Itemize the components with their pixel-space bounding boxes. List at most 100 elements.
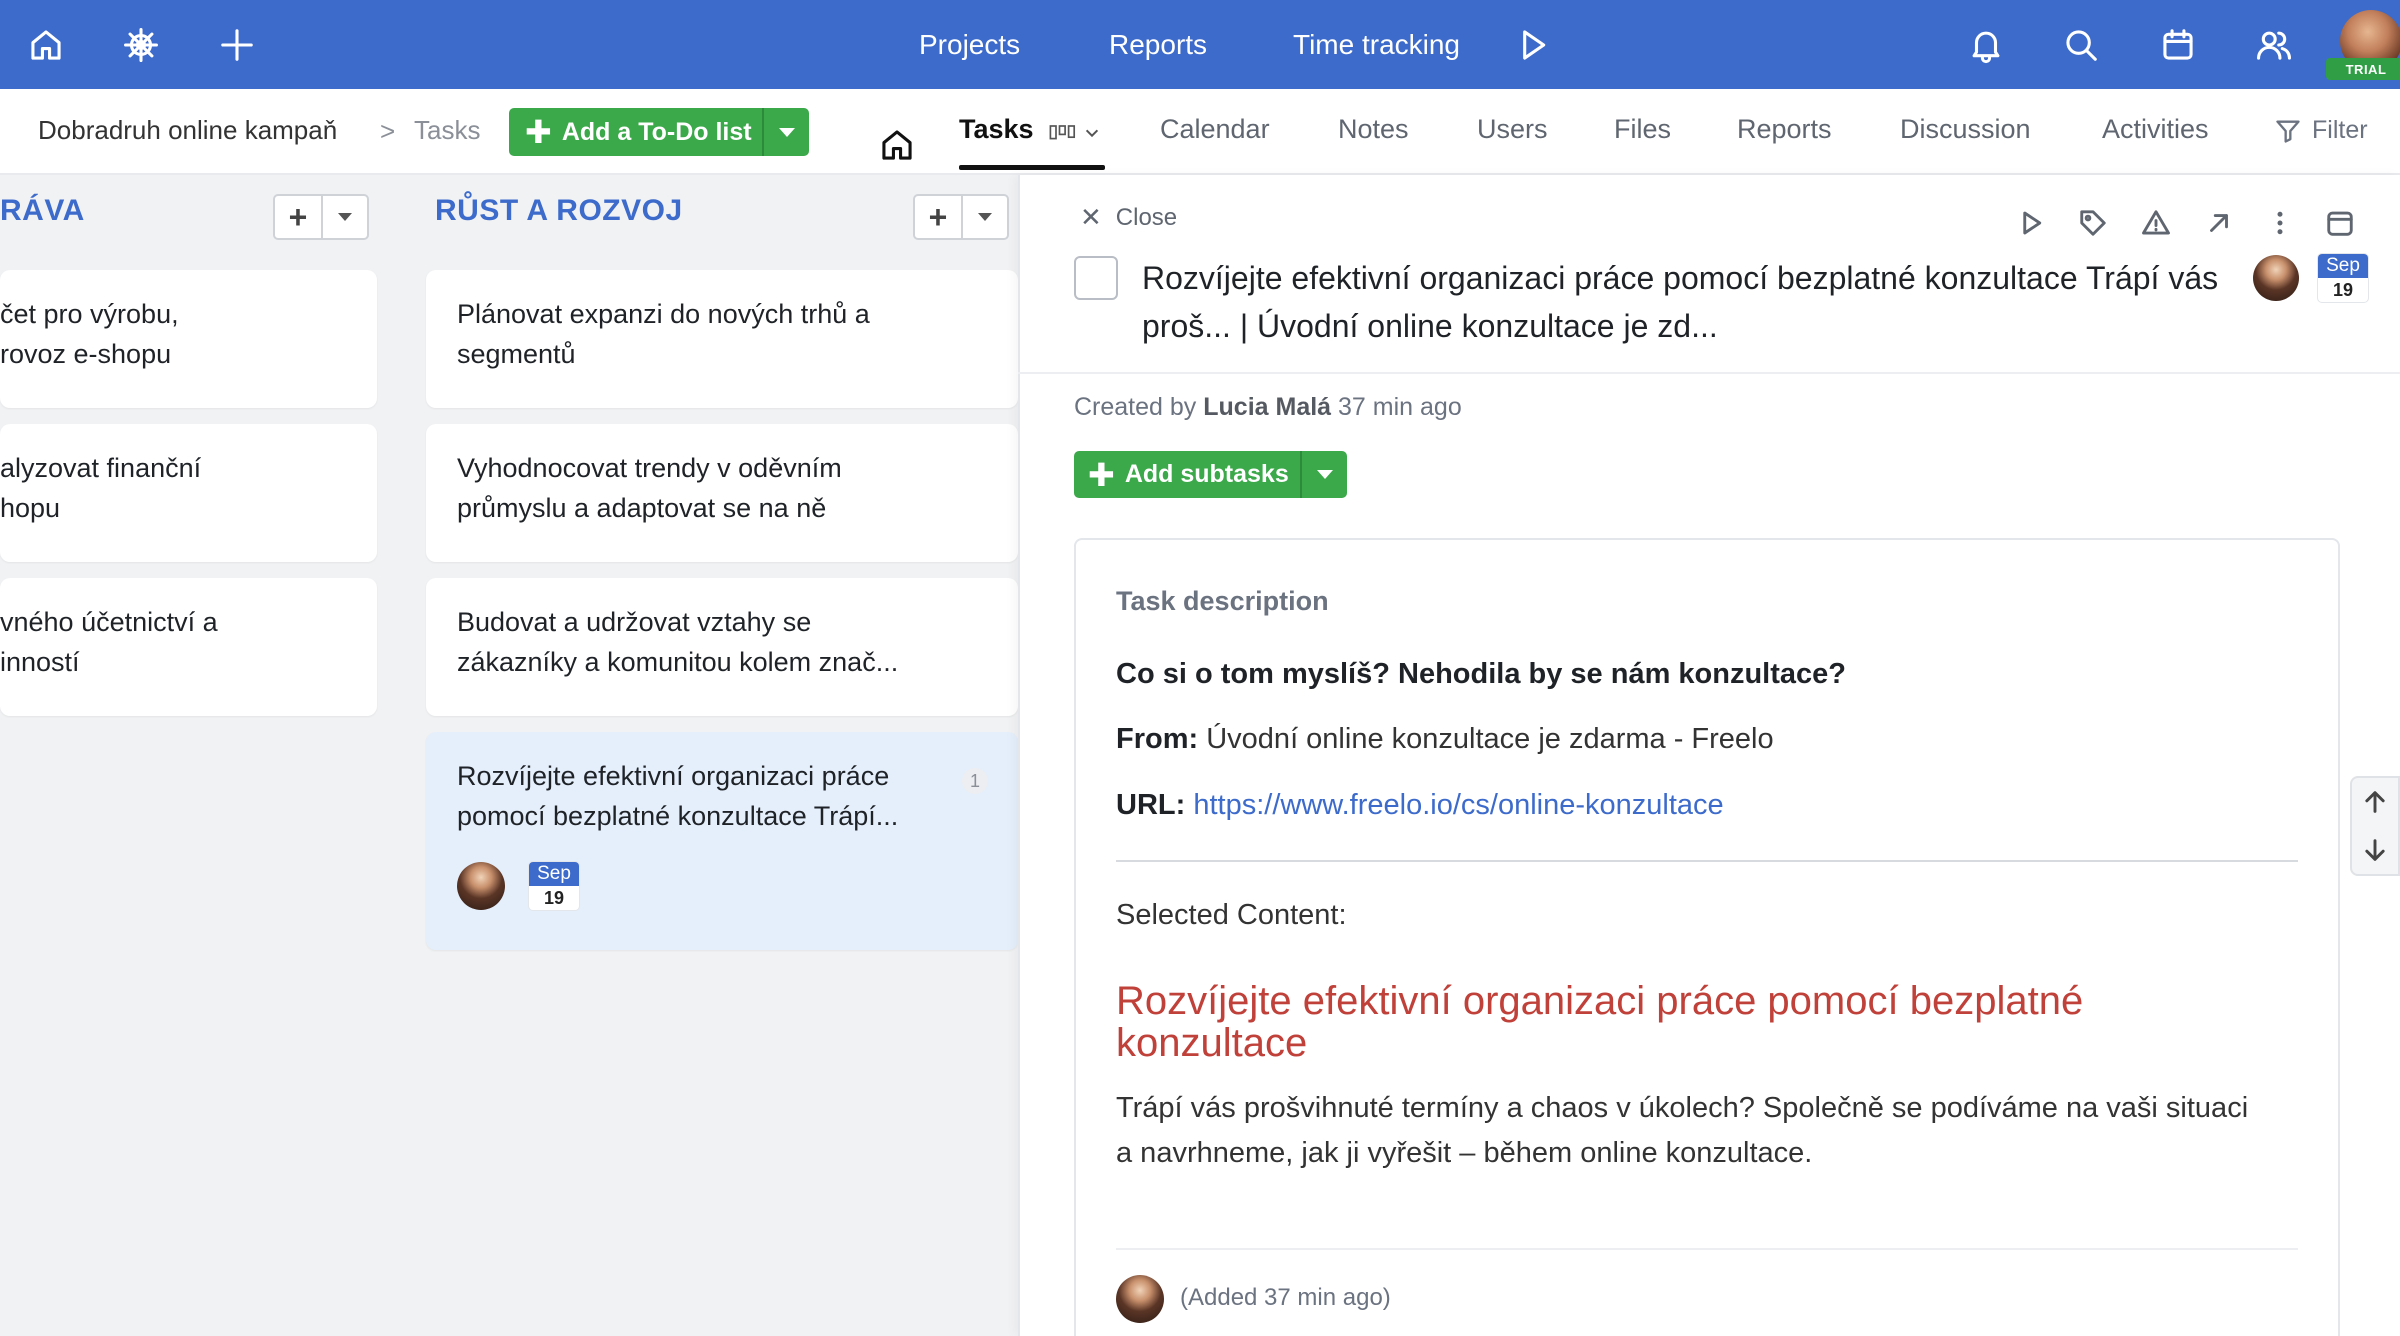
calendar-icon[interactable]	[2147, 14, 2209, 76]
task-card-line: vného účetnictví a	[0, 607, 218, 637]
task-card-line: segmentů	[457, 339, 576, 369]
add-subtasks-button[interactable]: ✚ Add subtasks	[1074, 451, 1302, 498]
scroll-down-button[interactable]	[2352, 826, 2398, 874]
task-card[interactable]: čet pro výrobu, rovoz e-shopu	[0, 270, 377, 408]
task-card-line: zákazníky a komunitou kolem znač...	[457, 647, 899, 677]
task-card-line: čet pro výrobu,	[0, 299, 179, 329]
assignee-avatar[interactable]	[2253, 255, 2299, 301]
chevron-down-icon	[1316, 470, 1333, 479]
task-card-line: hopu	[0, 493, 61, 523]
home-icon[interactable]	[15, 14, 77, 76]
breadcrumb-project[interactable]: Dobradruh online kampaň	[38, 115, 337, 146]
tab-files[interactable]: Files	[1614, 114, 1671, 145]
more-vertical-icon[interactable]	[2260, 203, 2300, 243]
add-task-button[interactable]: +	[275, 196, 323, 238]
created-meta: Created by Lucia Malá 37 min ago	[1074, 393, 1462, 422]
play-icon[interactable]	[2011, 203, 2051, 243]
tag-icon[interactable]	[2073, 203, 2113, 243]
play-icon[interactable]	[1502, 14, 1564, 76]
breadcrumb-current[interactable]: Tasks	[414, 115, 480, 146]
created-time: 37 min ago	[1338, 393, 1462, 421]
nav-reports[interactable]: Reports	[1109, 0, 1207, 89]
close-icon: ✕	[1080, 202, 1102, 232]
bell-icon[interactable]	[1955, 14, 2017, 76]
nav-projects[interactable]: Projects	[919, 0, 1020, 89]
task-title-line: Rozvíjejte efektivní organizaci práce po…	[1142, 260, 2219, 296]
chevron-down-icon	[1085, 129, 1099, 138]
filter-label: Filter	[2312, 116, 2368, 144]
nav-time-tracking[interactable]: Time tracking	[1293, 0, 1460, 89]
url-label: URL:	[1116, 789, 1186, 821]
add-subtasks-dropdown[interactable]	[1300, 451, 1347, 498]
column-menu-button[interactable]	[323, 196, 367, 238]
column-menu-button[interactable]	[963, 196, 1007, 238]
plus-icon: ✚	[1088, 456, 1115, 493]
column-actions: +	[913, 194, 1009, 240]
from-value: Úvodní online konzultace je zdarma - Fre…	[1206, 723, 1774, 755]
due-date-badge: Sep 19	[529, 862, 579, 910]
plus-icon: ✚	[525, 114, 552, 150]
add-todo-list-dropdown[interactable]	[762, 108, 809, 156]
task-card[interactable]: vného účetnictví a inností	[0, 578, 377, 716]
project-home-icon[interactable]	[866, 114, 928, 176]
due-date-month: Sep	[529, 862, 579, 886]
task-card-selected[interactable]: Rozvíjejte efektivní organizaci práce pom…	[426, 732, 1018, 950]
author-avatar	[1116, 1275, 1164, 1323]
task-card[interactable]: Budovat a udržovat vztahy se zákazníky a …	[426, 578, 1018, 716]
task-card-line: rovoz e-shopu	[0, 339, 172, 369]
url-link[interactable]: https://www.freelo.io/cs/online-konzulta…	[1193, 789, 1723, 821]
due-date-day: 19	[2332, 280, 2354, 300]
board-view-switch[interactable]	[1049, 118, 1113, 148]
due-date-day: 19	[543, 888, 565, 908]
users-icon[interactable]	[2243, 14, 2305, 76]
selected-content-paragraph: Trápí vás prošvihnuté termíny a chaos v …	[1116, 1092, 2249, 1169]
task-card[interactable]: alyzovat finanční hopu	[0, 424, 377, 562]
task-complete-checkbox[interactable]	[1074, 256, 1118, 300]
task-title-line: proš... | Úvodní online konzultace je zd…	[1142, 308, 1718, 344]
task-card[interactable]: Plánovat expanzi do nových trhů a segment…	[426, 270, 1018, 408]
task-card-line: Plánovat expanzi do nových trhů a	[457, 299, 870, 329]
subtask-count-badge: 1	[962, 768, 988, 794]
creator-name[interactable]: Lucia Malá	[1203, 393, 1331, 421]
task-title[interactable]: Rozvíjejte efektivní organizaci práce po…	[1142, 254, 2242, 350]
due-date-badge[interactable]: Sep 19	[2318, 254, 2368, 302]
close-button[interactable]: ✕ Close	[1080, 202, 1177, 233]
filter-button[interactable]: Filter	[2274, 116, 2368, 145]
added-note: (Added 37 min ago)	[1180, 1284, 1391, 1311]
scroll-up-button[interactable]	[2352, 778, 2398, 826]
arrow-up-right-icon[interactable]	[2199, 203, 2239, 243]
add-todo-list-label: Add a To-Do list	[561, 117, 752, 146]
tab-users[interactable]: Users	[1477, 114, 1548, 145]
column-title[interactable]: RŮST A ROZVOJ	[435, 194, 683, 228]
due-date-month: Sep	[2318, 254, 2368, 278]
task-card-line: alyzovat finanční	[0, 453, 202, 483]
task-card-line: Budovat a udržovat vztahy se	[457, 607, 812, 637]
helm-icon[interactable]	[110, 14, 172, 76]
scroll-controls	[2350, 776, 2400, 876]
chevron-down-icon	[778, 127, 795, 137]
plus-icon[interactable]	[206, 14, 268, 76]
breadcrumb-separator: >	[380, 116, 396, 146]
tab-activities[interactable]: Activities	[2102, 114, 2209, 145]
task-description-label: Task description	[1116, 586, 1329, 616]
trial-badge: TRIAL	[2326, 58, 2400, 80]
task-card-line: Rozvíjejte efektivní organizaci práce	[457, 761, 890, 791]
search-icon[interactable]	[2050, 14, 2112, 76]
tab-notes[interactable]: Notes	[1338, 114, 1409, 145]
tab-reports[interactable]: Reports	[1737, 114, 1832, 145]
add-todo-list-button[interactable]: ✚ Add a To-Do list	[509, 108, 764, 156]
tab-tasks[interactable]: Tasks	[959, 114, 1034, 145]
add-subtasks-label: Add subtasks	[1124, 460, 1289, 488]
task-card[interactable]: Vyhodnocovat trendy v oděvním průmyslu a …	[426, 424, 1018, 562]
tab-calendar[interactable]: Calendar	[1160, 114, 1270, 145]
from-label: From:	[1116, 723, 1199, 755]
filter-icon	[2276, 120, 2300, 143]
column-title[interactable]: RÁVA	[0, 194, 85, 228]
active-tab-indicator	[959, 165, 1105, 170]
assignee-avatar	[457, 862, 505, 910]
panel-layout-icon[interactable]	[2320, 203, 2360, 243]
warning-icon[interactable]	[2136, 203, 2176, 243]
add-task-button[interactable]: +	[915, 196, 963, 238]
task-card-line: Vyhodnocovat trendy v oděvním	[457, 453, 842, 483]
tab-discussion[interactable]: Discussion	[1900, 114, 2031, 145]
